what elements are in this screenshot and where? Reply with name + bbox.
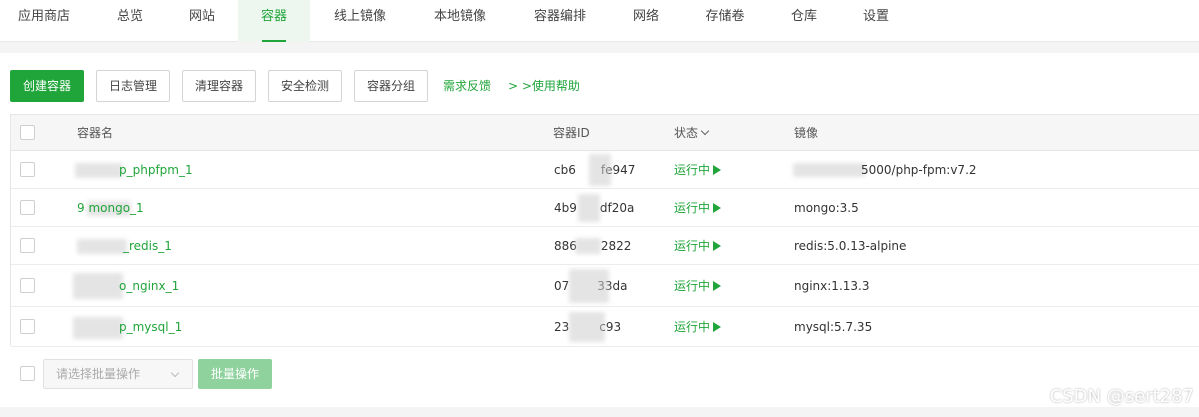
header-image: 镜像	[794, 126, 819, 140]
play-icon	[713, 202, 722, 213]
container-name-link[interactable]: _redis_1	[123, 227, 172, 264]
row-checkbox[interactable]	[20, 162, 35, 177]
table-row: p_phpfpm_1 cb6 fe947 运行中 5000/php-fpm:v7.…	[11, 151, 1199, 189]
clean-container-button[interactable]: 清理容器	[182, 70, 256, 102]
play-icon	[713, 321, 722, 332]
nav-tab-local-images[interactable]: 本地镜像	[424, 0, 496, 42]
image-name: 5000/php-fpm:v7.2	[861, 162, 977, 177]
redacted-blur	[75, 163, 123, 178]
redacted-blur	[575, 238, 601, 254]
row-checkbox[interactable]	[20, 278, 35, 293]
nav-tab-settings[interactable]: 设置	[848, 0, 904, 42]
redacted-blur	[73, 317, 123, 339]
row-checkbox[interactable]	[20, 200, 35, 215]
feedback-link[interactable]: 需求反馈	[443, 70, 491, 102]
redacted-blur	[569, 312, 605, 342]
container-table: 容器名 容器ID 状态 镜像 p_phpfpm_1 cb6 fe947 运行中 5…	[10, 114, 1199, 347]
nav-tab-registry[interactable]: 仓库	[776, 0, 832, 42]
header-status[interactable]: 状态	[674, 115, 710, 150]
table-row: o_nginx_1 07 33da 运行中 nginx:1.13.3	[11, 265, 1199, 307]
image-name: redis:5.0.13-alpine	[794, 238, 907, 253]
container-group-button[interactable]: 容器分组	[354, 70, 428, 102]
row-checkbox[interactable]	[20, 238, 35, 253]
chevron-down-icon	[700, 126, 710, 135]
redacted-blur	[578, 194, 600, 222]
batch-select-placeholder: 请选择批量操作	[56, 367, 141, 381]
container-panel: 创建容器 日志管理 清理容器 安全检测 容器分组 需求反馈 > >使用帮助 容器…	[0, 53, 1199, 407]
nav-tab-online-images[interactable]: 线上镜像	[324, 0, 396, 42]
log-management-button[interactable]: 日志管理	[96, 70, 170, 102]
nav-tab-container[interactable]: 容器	[238, 0, 310, 42]
status-running[interactable]: 运行中	[674, 307, 722, 346]
table-row: p_mysql_1 23 c93 运行中 mysql:5.7.35	[11, 307, 1199, 347]
table-row: 9 mongo_1 4b9 df20a 运行中 mongo:3.5	[11, 189, 1199, 227]
play-icon	[713, 240, 722, 251]
table-row: _redis_1 886 2822 运行中 redis:5.0.13-alpine	[11, 227, 1199, 265]
select-all-checkbox[interactable]	[20, 125, 35, 140]
security-check-button[interactable]: 安全检测	[268, 70, 342, 102]
image-name: nginx:1.13.3	[794, 278, 870, 293]
nav-tab-app-store[interactable]: 应用商店	[6, 0, 82, 42]
row-checkbox[interactable]	[20, 319, 35, 334]
nav-tab-orchestration[interactable]: 容器编排	[524, 0, 596, 42]
container-name-link[interactable]: p_mysql_1	[119, 307, 182, 346]
header-name: 容器名	[77, 126, 114, 140]
redacted-blur	[569, 269, 609, 303]
table-header: 容器名 容器ID 状态 镜像	[11, 115, 1199, 151]
container-name-link[interactable]: p_phpfpm_1	[119, 151, 193, 188]
container-name-link[interactable]: o_nginx_1	[119, 265, 179, 306]
play-icon	[713, 280, 722, 291]
batch-operation-select[interactable]: 请选择批量操作	[43, 359, 193, 389]
status-running[interactable]: 运行中	[674, 265, 722, 306]
batch-select-all-checkbox[interactable]	[20, 366, 35, 381]
help-link[interactable]: > >使用帮助	[508, 70, 580, 102]
redacted-blur	[793, 163, 865, 177]
status-running[interactable]: 运行中	[674, 151, 722, 188]
status-running[interactable]: 运行中	[674, 189, 722, 226]
redacted-blur	[77, 239, 127, 254]
container-name-link[interactable]: 9 mongo_1	[77, 189, 144, 226]
nav-tab-website[interactable]: 网站	[172, 0, 232, 42]
nav-tab-overview[interactable]: 总览	[100, 0, 160, 42]
status-running[interactable]: 运行中	[674, 227, 722, 264]
nav-tab-volumes[interactable]: 存储卷	[694, 0, 756, 42]
image-name: mongo:3.5	[794, 200, 859, 215]
watermark: CSDN @sert287	[1049, 386, 1194, 407]
image-name: mysql:5.7.35	[794, 319, 873, 334]
redacted-blur	[589, 154, 611, 186]
play-icon	[713, 164, 722, 175]
create-container-button[interactable]: 创建容器	[10, 70, 84, 102]
nav-tab-network[interactable]: 网络	[618, 0, 674, 42]
batch-operation-button[interactable]: 批量操作	[198, 359, 272, 389]
header-status-label: 状态	[674, 126, 699, 140]
redacted-blur	[73, 273, 123, 299]
header-id: 容器ID	[553, 126, 590, 140]
top-nav: 应用商店 总览 网站 容器 线上镜像 本地镜像 容器编排 网络 存储卷 仓库 设…	[0, 0, 1199, 42]
chevron-down-icon	[170, 368, 180, 378]
